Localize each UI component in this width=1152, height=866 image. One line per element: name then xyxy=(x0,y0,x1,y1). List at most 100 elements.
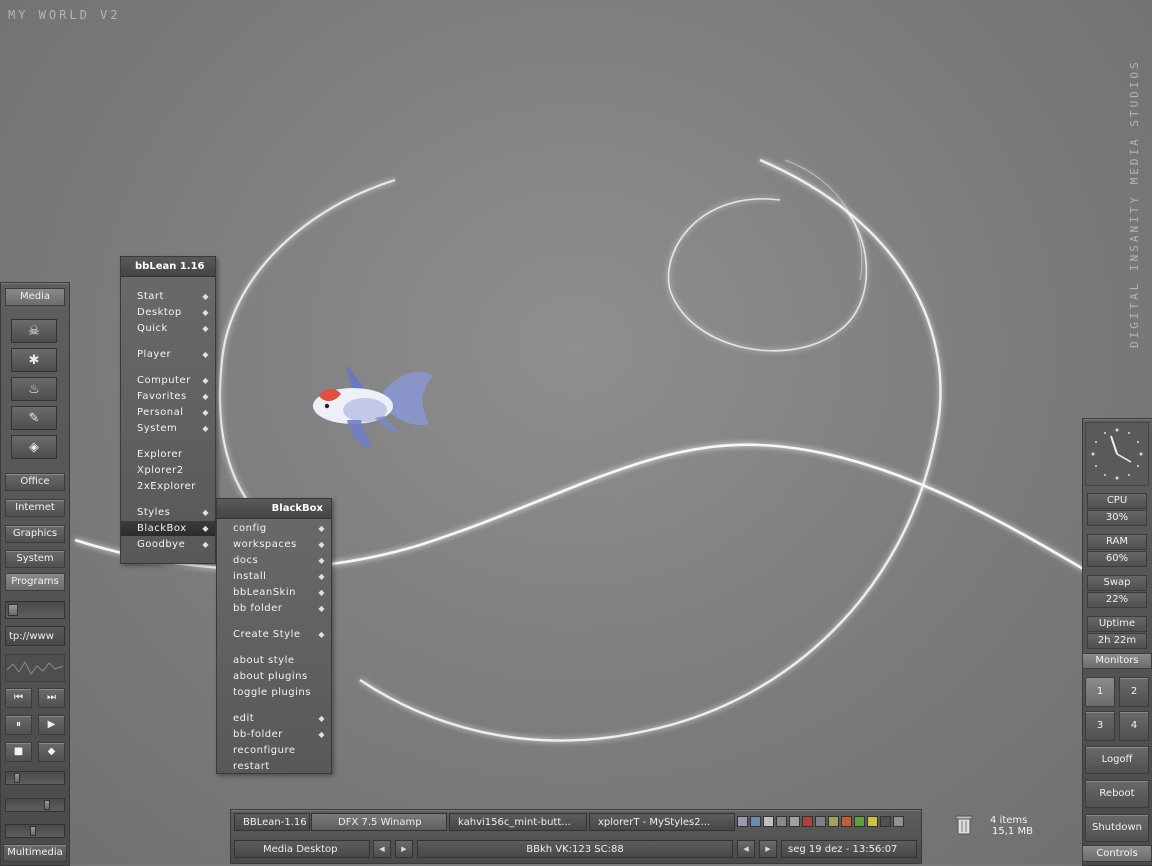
eject-button[interactable]: ◆ xyxy=(38,742,65,762)
menu-item-about-plugins[interactable]: about plugins xyxy=(217,669,331,684)
menu-item-edit[interactable]: edit ◆ xyxy=(217,711,331,726)
menu-item-goodbye[interactable]: Goodbye ◆ xyxy=(121,537,215,552)
menu-item-computer[interactable]: Computer ◆ xyxy=(121,373,215,388)
task-button[interactable]: DFX 7.5 Winamp xyxy=(311,813,447,831)
menu-item-bb-folder[interactable]: bb-folder ◆ xyxy=(217,727,331,742)
submenu-arrow-icon: ◆ xyxy=(202,376,209,385)
multimedia-button[interactable]: Multimedia xyxy=(3,844,67,862)
tray-app-icon[interactable] xyxy=(763,816,774,827)
menu-item-restart[interactable]: restart xyxy=(217,759,331,774)
monitor-cpu-label: CPU xyxy=(1087,493,1147,509)
menu-item-docs[interactable]: docs ◆ xyxy=(217,553,331,568)
category-button-internet[interactable]: Internet xyxy=(5,499,65,517)
task-next-button[interactable]: ▶ xyxy=(759,840,777,858)
prev-track-button[interactable]: ⏮ xyxy=(5,688,32,708)
menu-item-install[interactable]: install ◆ xyxy=(217,569,331,584)
tray-app-icon[interactable] xyxy=(828,816,839,827)
menu-item-blackbox[interactable]: BlackBox ◆ xyxy=(121,521,215,536)
workspace-prev-button[interactable]: ◀ xyxy=(373,840,391,858)
menu-item-explorer[interactable]: Explorer xyxy=(121,447,215,462)
menu-item-2xexplorer[interactable]: 2xExplorer xyxy=(121,479,215,494)
blackbox-submenu: BlackBox config ◆ workspaces ◆ docs ◆ install ◆… xyxy=(216,498,332,774)
category-button-graphics[interactable]: Graphics xyxy=(5,525,65,543)
monitors-button[interactable]: Monitors xyxy=(1082,653,1152,669)
media-button[interactable]: Media xyxy=(5,288,65,306)
tray-app-icon[interactable] xyxy=(854,816,865,827)
workspace-next-button[interactable]: ▶ xyxy=(395,840,413,858)
media-shortcut-button[interactable]: ♨ xyxy=(11,377,57,401)
menu-item-label: about plugins xyxy=(233,671,308,682)
tray-app-icon[interactable] xyxy=(776,816,787,827)
arrow-right-icon: ▶ xyxy=(765,845,771,853)
menu-item-start[interactable]: Start ◆ xyxy=(121,289,215,304)
submenu-arrow-icon: ◆ xyxy=(318,730,325,739)
tray-app-icon[interactable] xyxy=(815,816,826,827)
workspace-label[interactable]: Media Desktop xyxy=(234,840,370,858)
submenu-arrow-icon: ◆ xyxy=(202,424,209,433)
tray-app-icon[interactable] xyxy=(802,816,813,827)
url-field[interactable]: tp://www xyxy=(5,626,65,646)
menu-item-toggle-plugins[interactable]: toggle plugins xyxy=(217,685,331,700)
task-button[interactable]: kahvi156c_mint-butt... xyxy=(449,813,587,831)
tray-app-icon[interactable] xyxy=(867,816,878,827)
recycle-bin-icon[interactable] xyxy=(955,814,973,836)
category-button-programs[interactable]: Programs xyxy=(5,573,65,591)
monitor-ram-label: RAM xyxy=(1087,534,1147,550)
spider-icon: ✱ xyxy=(28,352,40,368)
main-menu-title: bbLean 1.16 xyxy=(121,257,215,277)
menu-item-styles[interactable]: Styles ◆ xyxy=(121,505,215,520)
tray-app-icon[interactable] xyxy=(789,816,800,827)
tray-app-icon[interactable] xyxy=(841,816,852,827)
task-button[interactable]: xplorerT - MyStyles2... xyxy=(589,813,735,831)
media-shortcut-button[interactable]: ◈ xyxy=(11,435,57,459)
menu-item-create-style[interactable]: Create Style ◆ xyxy=(217,627,331,642)
workspace-1-button[interactable]: 1 xyxy=(1085,677,1115,707)
logoff-button[interactable]: Logoff xyxy=(1085,746,1149,774)
workspace-4-button[interactable]: 4 xyxy=(1119,711,1149,741)
menu-item-label: 2xExplorer xyxy=(137,481,196,492)
pause-button[interactable]: ⏸ xyxy=(5,715,32,735)
stop-button[interactable]: ■ xyxy=(5,742,32,762)
shutdown-button[interactable]: Shutdown xyxy=(1085,814,1149,842)
volume-indicator[interactable] xyxy=(5,601,65,619)
task-button[interactable]: BBLean-1.16 xyxy=(234,813,310,831)
menu-item-xplorer2[interactable]: Xplorer2 xyxy=(121,463,215,478)
tray-app-icon[interactable] xyxy=(750,816,761,827)
menu-item-bbleanskin[interactable]: bbLeanSkin ◆ xyxy=(217,585,331,600)
menu-item-quick[interactable]: Quick ◆ xyxy=(121,321,215,336)
tray-app-icon[interactable] xyxy=(880,816,891,827)
category-button-office[interactable]: Office xyxy=(5,473,65,491)
menu-item-personal[interactable]: Personal ◆ xyxy=(121,405,215,420)
menu-item-label: edit xyxy=(233,713,255,724)
balance-slider[interactable] xyxy=(5,798,65,812)
position-slider[interactable] xyxy=(5,771,65,785)
menu-item-config[interactable]: config ◆ xyxy=(217,521,331,536)
workspace-2-button[interactable]: 2 xyxy=(1119,677,1149,707)
menu-item-player[interactable]: Player ◆ xyxy=(121,347,215,362)
media-shortcut-button[interactable]: ☠ xyxy=(11,319,57,343)
monitor-uptime-value: 2h 22m xyxy=(1087,633,1147,649)
workspace-3-button[interactable]: 3 xyxy=(1085,711,1115,741)
tray-app-icon[interactable] xyxy=(737,816,748,827)
menu-item-workspaces[interactable]: workspaces ◆ xyxy=(217,537,331,552)
submenu-arrow-icon: ◆ xyxy=(202,408,209,417)
clock-datetime[interactable]: seg 19 dez - 13:56:07 xyxy=(781,840,917,858)
reboot-button[interactable]: Reboot xyxy=(1085,780,1149,808)
menu-item-bb-folder[interactable]: bb folder ◆ xyxy=(217,601,331,616)
media-shortcut-button[interactable]: ✱ xyxy=(11,348,57,372)
volume-slider[interactable] xyxy=(5,824,65,838)
menu-item-label: Xplorer2 xyxy=(137,465,184,476)
play-button[interactable]: ▶ xyxy=(38,715,65,735)
menu-item-desktop[interactable]: Desktop ◆ xyxy=(121,305,215,320)
category-button-system[interactable]: System xyxy=(5,550,65,568)
submenu-arrow-icon: ◆ xyxy=(202,392,209,401)
media-shortcut-button[interactable]: ✎ xyxy=(11,406,57,430)
task-prev-button[interactable]: ◀ xyxy=(737,840,755,858)
next-track-button[interactable]: ⏭ xyxy=(38,688,65,708)
menu-item-reconfigure[interactable]: reconfigure xyxy=(217,743,331,758)
tray-app-icon[interactable] xyxy=(893,816,904,827)
menu-item-system[interactable]: System ◆ xyxy=(121,421,215,436)
menu-item-about-style[interactable]: about style xyxy=(217,653,331,668)
controls-button[interactable]: Controls xyxy=(1082,845,1152,862)
menu-item-favorites[interactable]: Favorites ◆ xyxy=(121,389,215,404)
